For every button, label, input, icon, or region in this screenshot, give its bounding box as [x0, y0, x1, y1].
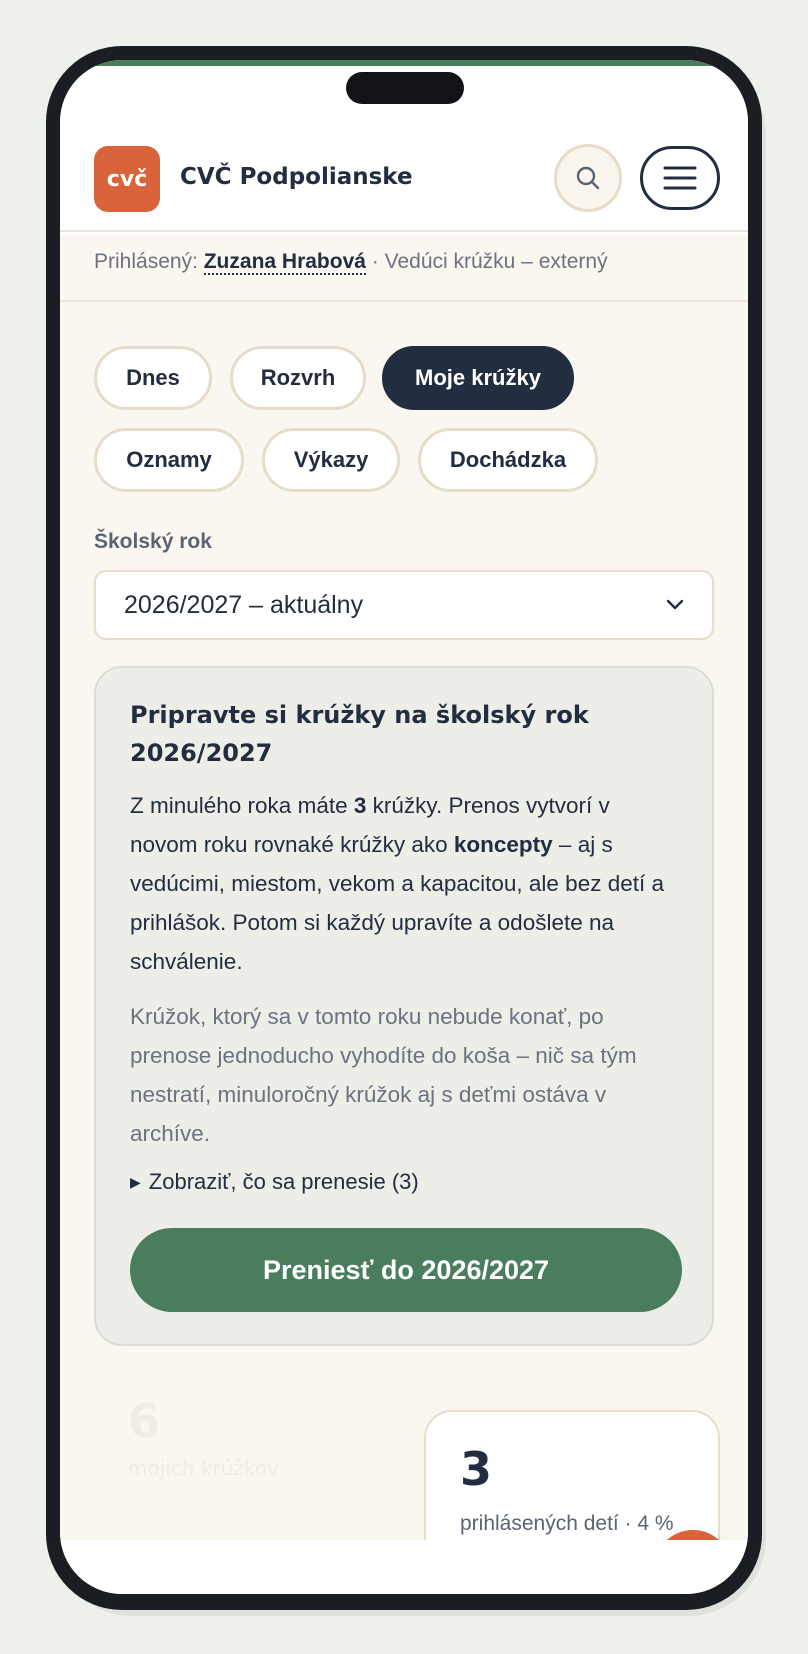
user-name[interactable]: Zuzana Hrabová — [203, 250, 366, 275]
hamburger-menu-icon — [663, 166, 697, 190]
school-year-label: Školský rok — [94, 530, 212, 553]
carryover-count: 3 — [353, 793, 367, 818]
logged-in-bar: Prihlásený: Zuzana Hrabová · Vedúci krúž… — [60, 234, 748, 302]
carryover-concepts: koncepty — [453, 832, 553, 857]
menu-button[interactable] — [640, 146, 720, 210]
chevron-down-icon — [666, 599, 684, 610]
tab-dochadzka[interactable]: Dochádzka — [418, 428, 598, 492]
disclosure-triangle-icon: ▶ — [130, 1173, 141, 1190]
stat-children-value: 3 — [460, 1442, 493, 1496]
stat-clubs-label: mojich krúžkov — [128, 1456, 279, 1480]
user-role: · Vedúci krúžku – externý — [371, 250, 608, 273]
details-label: Zobraziť, čo sa prenesie (3) — [148, 1169, 419, 1194]
search-button[interactable] — [554, 144, 622, 212]
bottom-safe-area — [60, 1540, 748, 1594]
school-year-value: 2026/2027 – aktuálny — [124, 590, 364, 619]
tab-rozvrh[interactable]: Rozvrh — [230, 346, 366, 410]
tab-vykazy[interactable]: Výkazy — [262, 428, 400, 492]
carryover-card: Pripravte si krúžky na školský rok 2026/… — [94, 666, 714, 1346]
main-content: Prihlásený: Zuzana Hrabová · Vedúci krúž… — [60, 234, 748, 1594]
carryover-note: Krúžok, ktorý sa v tomto roku nebude kon… — [130, 1004, 637, 1146]
carry-over-button[interactable]: Preniesť do 2026/2027 — [130, 1228, 682, 1312]
brand-logo[interactable]: cvč — [94, 146, 160, 212]
accent-strip — [60, 60, 748, 66]
tab-moje-kruzky[interactable]: Moje krúžky — [382, 346, 574, 410]
stat-clubs: 6 mojich krúžkov — [128, 1394, 279, 1480]
tab-dnes[interactable]: Dnes — [94, 346, 212, 410]
school-year-select[interactable]: 2026/2027 – aktuálny — [94, 570, 714, 640]
carryover-details-toggle[interactable]: ▶ Zobraziť, čo sa prenesie (3) — [130, 1169, 678, 1195]
carryover-text-a: Z minulého roka máte — [130, 793, 354, 818]
camera-notch — [346, 72, 464, 104]
carryover-title: Pripravte si krúžky na školský rok 2026/… — [130, 701, 589, 767]
logged-in-prefix: Prihlásený: — [94, 250, 198, 273]
stat-clubs-value: 6 — [128, 1394, 161, 1448]
search-icon — [576, 166, 600, 190]
tab-oznamy[interactable]: Oznamy — [94, 428, 244, 492]
carryover-description: Z minulého roka máte 3 krúžky. Prenos vy… — [130, 786, 678, 981]
brand-name[interactable]: CVČ Podpolianske — [180, 164, 413, 190]
app-screen: cvč CVČ Podpolianske Prihlásený: Zuzana … — [60, 60, 748, 1594]
